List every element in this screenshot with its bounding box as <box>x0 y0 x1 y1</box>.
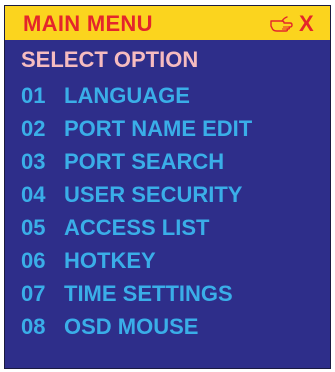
menu-item-number: 04 <box>21 182 46 207</box>
menu-item-label: HOTKEY <box>64 248 156 273</box>
menu-item-language[interactable]: 01 LANGUAGE <box>21 82 252 115</box>
title-bar: MAIN MENU X <box>5 6 330 40</box>
menu-item-label: PORT SEARCH <box>64 149 225 174</box>
menu-title: MAIN MENU <box>23 11 153 36</box>
select-option-heading: SELECT OPTION <box>21 47 199 72</box>
menu-item-access-list[interactable]: 05 ACCESS LIST <box>21 214 252 247</box>
menu-item-number: 05 <box>21 215 46 240</box>
menu-item-user-security[interactable]: 04 USER SECURITY <box>21 181 252 214</box>
menu-item-label: TIME SETTINGS <box>64 281 233 306</box>
menu-item-hotkey[interactable]: 06 HOTKEY <box>21 247 252 280</box>
pointing-hand-icon <box>270 16 293 32</box>
osd-main-menu-window: MAIN MENU X SELECT OPTION 01 LANGUAGE 02 P… <box>4 5 331 369</box>
menu-item-number: 01 <box>21 83 46 108</box>
menu-item-number: 08 <box>21 314 46 339</box>
close-button[interactable]: X <box>299 10 314 38</box>
menu-item-time-settings[interactable]: 07 TIME SETTINGS <box>21 280 252 313</box>
menu-item-number: 07 <box>21 281 46 306</box>
menu-item-number: 06 <box>21 248 46 273</box>
menu-item-label: ACCESS LIST <box>64 215 210 240</box>
menu-list: 01 LANGUAGE 02 PORT NAME EDIT 03 PORT SEARC… <box>21 82 252 346</box>
menu-item-number: 03 <box>21 149 46 174</box>
menu-item-port-name-edit[interactable]: 02 PORT NAME EDIT <box>21 115 252 148</box>
menu-item-osd-mouse[interactable]: 08 OSD MOUSE <box>21 313 252 346</box>
menu-item-label: PORT NAME EDIT <box>64 116 253 141</box>
menu-item-label: OSD MOUSE <box>64 314 199 339</box>
menu-item-number: 02 <box>21 116 46 141</box>
menu-item-port-search[interactable]: 03 PORT SEARCH <box>21 148 252 181</box>
menu-item-label: LANGUAGE <box>64 83 190 108</box>
menu-item-label: USER SECURITY <box>64 182 243 207</box>
